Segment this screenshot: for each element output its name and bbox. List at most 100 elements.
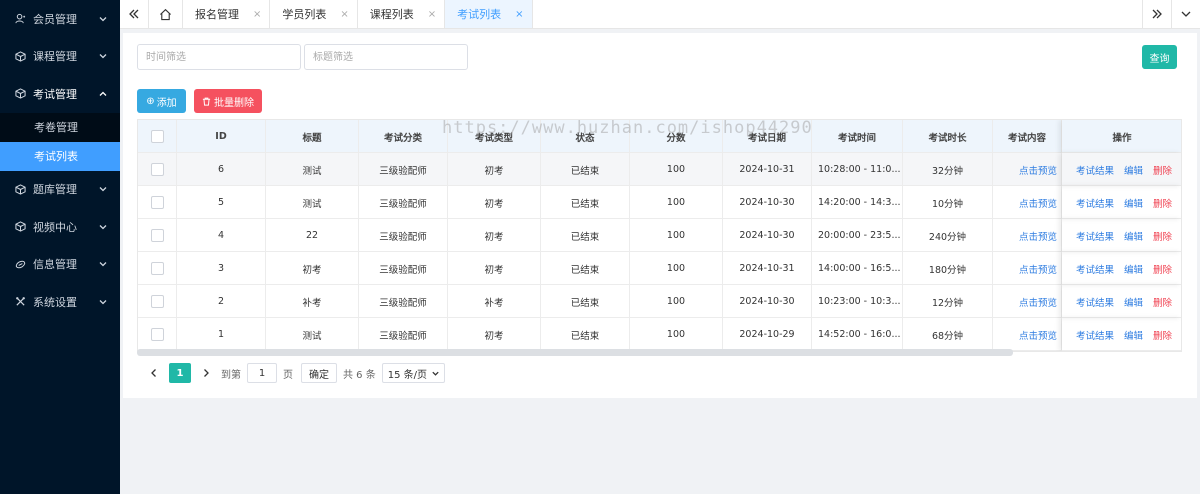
time-filter-input[interactable] bbox=[137, 44, 301, 70]
tabs-menu-button[interactable] bbox=[1171, 0, 1200, 28]
prev-page-button[interactable] bbox=[143, 368, 165, 378]
cell-id: 5 bbox=[177, 186, 266, 219]
cell-category: 三级验配师 bbox=[359, 153, 448, 186]
sidebar: 会员管理课程管理考试管理 考卷管理 考试列表题库管理视频中心 信息管理系统设置 bbox=[0, 0, 120, 494]
tab[interactable]: 考试列表 × bbox=[445, 0, 533, 28]
cell-date: 2024-10-30 bbox=[723, 219, 812, 252]
goto-confirm-button[interactable]: 确定 bbox=[301, 363, 337, 383]
chevron-down-icon bbox=[1181, 11, 1191, 17]
table-row: 4 22 三级验配师 初考 已结束 100 2024-10-30 20:00:00 - 23:… bbox=[138, 219, 1181, 252]
query-button[interactable]: 查询 bbox=[1142, 45, 1177, 69]
cell-date: 2024-10-30 bbox=[723, 285, 812, 318]
preview-link[interactable]: 点击预览 bbox=[993, 252, 1062, 285]
close-icon[interactable]: × bbox=[340, 9, 348, 20]
tab[interactable]: 课程列表 × bbox=[358, 0, 446, 28]
cell-type: 初考 bbox=[448, 153, 541, 186]
home-button[interactable] bbox=[149, 0, 183, 28]
cell-title: 测试 bbox=[266, 153, 359, 186]
close-icon[interactable]: × bbox=[253, 9, 261, 20]
cell-type: 初考 bbox=[448, 219, 541, 252]
horizontal-scrollbar[interactable] bbox=[137, 349, 1013, 356]
cell-date: 2024-10-31 bbox=[723, 252, 812, 285]
page-number-current[interactable]: 1 bbox=[169, 363, 191, 383]
edit-link[interactable]: 编辑 bbox=[1124, 262, 1143, 276]
delete-link[interactable]: 删除 bbox=[1153, 196, 1172, 210]
goto-label: 到第 bbox=[221, 369, 241, 381]
sidebar-subitem[interactable]: 考试列表 bbox=[0, 141, 120, 171]
delete-link[interactable]: 删除 bbox=[1153, 328, 1172, 342]
exam-result-link[interactable]: 考试结果 bbox=[1076, 163, 1114, 177]
preview-link[interactable]: 点击预览 bbox=[993, 285, 1062, 318]
scroll-right-button[interactable] bbox=[1142, 0, 1171, 28]
column-header: ID bbox=[177, 120, 266, 153]
sidebar-item[interactable]: 课程管理 bbox=[0, 38, 120, 76]
delete-link[interactable]: 删除 bbox=[1153, 229, 1172, 243]
select-all-checkbox[interactable] bbox=[150, 130, 164, 143]
sidebar-item[interactable]: 信息管理 bbox=[0, 246, 120, 284]
edit-link[interactable]: 编辑 bbox=[1124, 295, 1143, 309]
edit-link[interactable]: 编辑 bbox=[1124, 163, 1143, 177]
edit-link[interactable]: 编辑 bbox=[1124, 196, 1143, 210]
batch-delete-button[interactable]: 批量删除 bbox=[194, 89, 262, 113]
preview-link[interactable]: 点击预览 bbox=[993, 186, 1062, 219]
cell-time: 14:52:00 - 16:0... bbox=[812, 318, 903, 351]
cell-id: 6 bbox=[177, 153, 266, 186]
sidebar-item[interactable]: 题库管理 bbox=[0, 171, 120, 209]
collapse-left-button[interactable] bbox=[120, 0, 149, 28]
add-button[interactable]: ⊕ 添加 bbox=[137, 89, 186, 113]
chevron-right-icon bbox=[204, 369, 209, 377]
sidebar-item-label: 系统设置 bbox=[33, 295, 77, 309]
sidebar-item[interactable]: 考试管理 bbox=[0, 75, 120, 113]
cell-score: 100 bbox=[630, 285, 723, 318]
exam-result-link[interactable]: 考试结果 bbox=[1076, 262, 1114, 276]
exam-result-link[interactable]: 考试结果 bbox=[1076, 295, 1114, 309]
exam-result-link[interactable]: 考试结果 bbox=[1076, 328, 1114, 342]
sidebar-item[interactable]: 视频中心 bbox=[0, 208, 120, 246]
cell-operations: 考试结果 编辑 删除 bbox=[1062, 252, 1181, 285]
batch-delete-label: 批量删除 bbox=[214, 97, 254, 109]
table-row: 6 测试 三级验配师 初考 已结束 100 2024-10-31 10:28:00 - 11:… bbox=[138, 153, 1181, 186]
preview-link[interactable]: 点击预览 bbox=[993, 318, 1062, 351]
row-checkbox[interactable] bbox=[150, 196, 164, 209]
delete-link[interactable]: 删除 bbox=[1153, 262, 1172, 276]
sidebar-item[interactable]: 会员管理 bbox=[0, 0, 120, 38]
double-chevron-right-icon bbox=[1152, 9, 1162, 19]
table-row: 3 初考 三级验配师 初考 已结束 100 2024-10-31 14:00:00 - 16:… bbox=[138, 252, 1181, 285]
sidebar-item[interactable]: 系统设置 bbox=[0, 283, 120, 321]
chevron-down-icon bbox=[99, 187, 107, 192]
sidebar-item-label: 课程管理 bbox=[33, 50, 77, 64]
cell-title: 测试 bbox=[266, 318, 359, 351]
row-checkbox[interactable] bbox=[150, 229, 164, 242]
cell-operations: 考试结果 编辑 删除 bbox=[1062, 153, 1181, 186]
close-icon[interactable]: × bbox=[428, 9, 436, 20]
tab[interactable]: 学员列表 × bbox=[270, 0, 358, 28]
tab-label: 报名管理 bbox=[195, 8, 239, 21]
page-unit-label: 页 bbox=[283, 369, 293, 381]
row-checkbox[interactable] bbox=[150, 328, 164, 341]
row-checkbox[interactable] bbox=[150, 163, 164, 176]
cell-operations: 考试结果 编辑 删除 bbox=[1062, 186, 1181, 219]
exam-result-link[interactable]: 考试结果 bbox=[1076, 229, 1114, 243]
row-checkbox[interactable] bbox=[150, 262, 164, 275]
sidebar-item-label: 题库管理 bbox=[33, 183, 77, 197]
edit-link[interactable]: 编辑 bbox=[1124, 229, 1143, 243]
delete-link[interactable]: 删除 bbox=[1153, 163, 1172, 177]
sidebar-subitem[interactable]: 考卷管理 bbox=[0, 112, 120, 142]
preview-link[interactable]: 点击预览 bbox=[993, 153, 1062, 186]
tab[interactable]: 报名管理 × bbox=[183, 0, 271, 28]
plus-circle-icon: ⊕ bbox=[146, 95, 155, 107]
exam-result-link[interactable]: 考试结果 bbox=[1076, 196, 1114, 210]
close-icon[interactable]: × bbox=[515, 9, 523, 20]
title-filter-input[interactable] bbox=[304, 44, 468, 70]
preview-link[interactable]: 点击预览 bbox=[993, 219, 1062, 252]
edit-link[interactable]: 编辑 bbox=[1124, 328, 1143, 342]
delete-link[interactable]: 删除 bbox=[1153, 295, 1172, 309]
cell-id: 3 bbox=[177, 252, 266, 285]
goto-page-input[interactable] bbox=[247, 363, 277, 383]
chevron-left-icon bbox=[151, 369, 156, 377]
cell-duration: 32分钟 bbox=[903, 153, 993, 186]
row-checkbox[interactable] bbox=[150, 295, 164, 308]
next-page-button[interactable] bbox=[195, 368, 217, 378]
link-icon bbox=[14, 258, 26, 270]
page-size-select[interactable]: 15 条/页 bbox=[381, 363, 446, 383]
